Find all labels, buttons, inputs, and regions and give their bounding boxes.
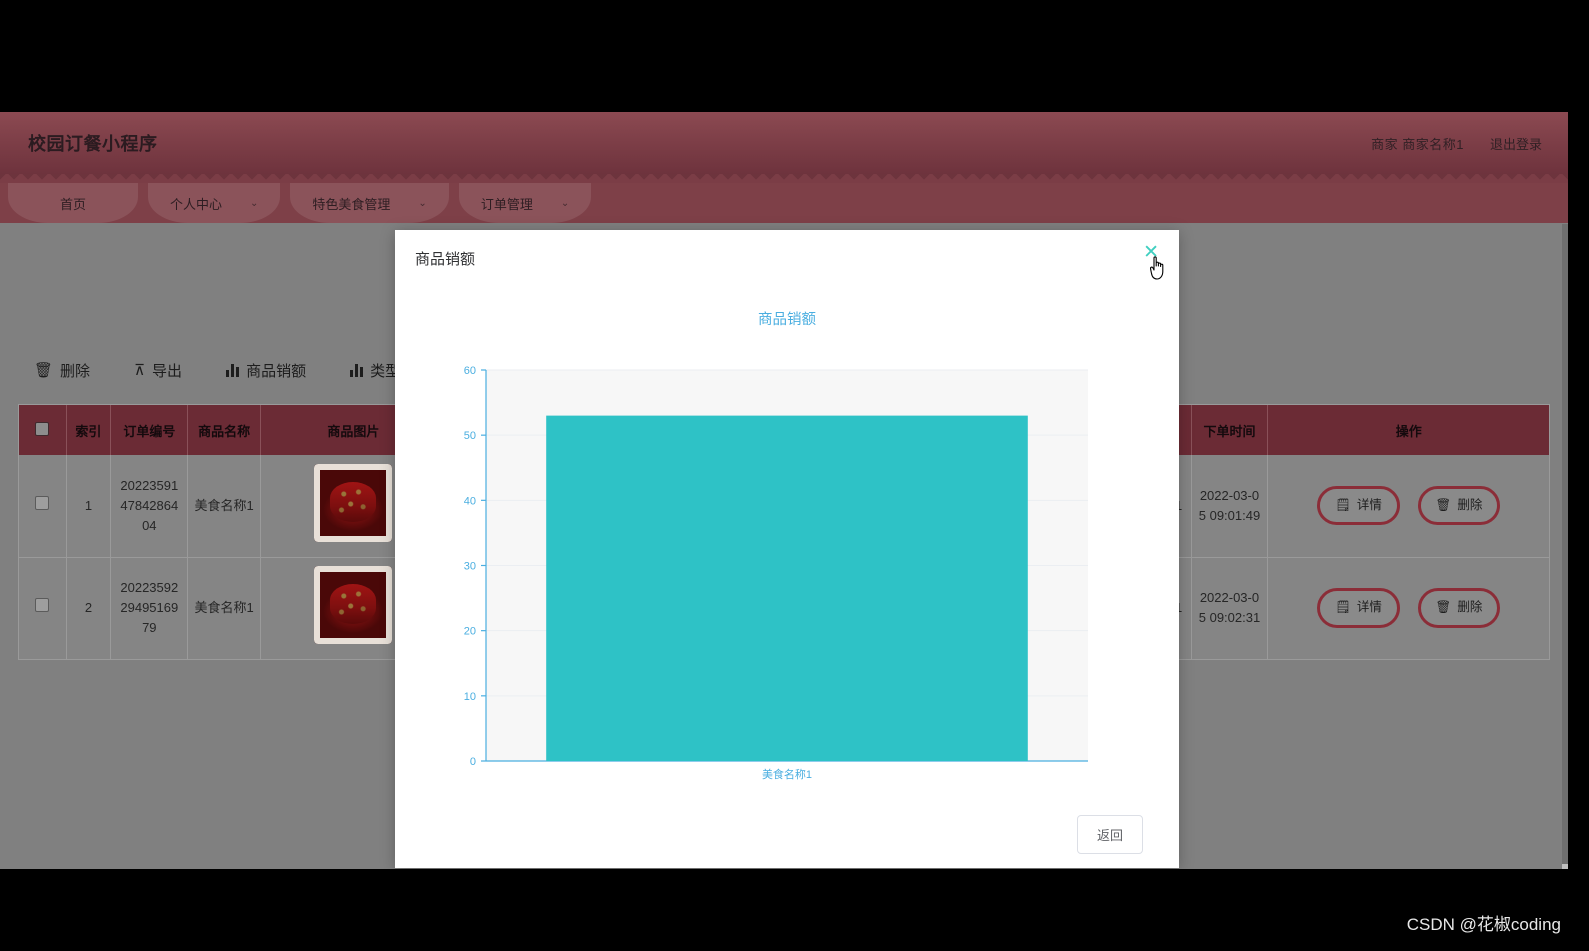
chart-title: 商品销额 [758, 312, 816, 328]
logout-button[interactable]: 退出登录 [1490, 134, 1542, 153]
col-order-no: 订单编号 [110, 405, 189, 455]
dialog-header: 商品销额 ✕ [395, 230, 1179, 286]
row-delete-button[interactable]: 🗑 删除 [1417, 486, 1501, 526]
nav-item-food-management-label: 特色美食管理 [312, 196, 391, 212]
chevron-down-icon: ⌄ [560, 197, 570, 209]
row-detail-button[interactable]: 🗒 详情 [1317, 486, 1400, 526]
sales-bar-chart: 0 10 20 30 40 50 60 美食名称1 [395, 351, 1179, 791]
product-sales-dialog: 商品销额 ✕ 商品销额 0 10 20 30 40 50 60 美食名称1 返回 [395, 230, 1179, 868]
app-title: 校园订餐小程序 [28, 134, 158, 154]
trash-icon: 🗑 [1435, 498, 1452, 513]
row-actions-cell: 🗒 详情 🗑 删除 [1267, 455, 1549, 558]
row-order-time: 2022-03-05 09:01:49 [1191, 455, 1269, 558]
bar-chart-icon [226, 363, 240, 377]
y-axis-tick-label: 50 [464, 430, 476, 442]
row-detail-button[interactable]: 🗒 详情 [1317, 588, 1400, 628]
nav-item-order-management[interactable]: 订单管理 ⌄ [458, 183, 592, 223]
row-order-no: 202235914784286404 [110, 455, 189, 558]
chevron-down-icon: ⌄ [250, 197, 259, 209]
nav-item-home-label: 首页 [59, 196, 86, 212]
col-order-time: 下单时间 [1191, 405, 1269, 455]
delete-button-label: 删除 [60, 362, 91, 380]
dialog-footer: 返回 [395, 815, 1179, 854]
row-delete-button[interactable]: 🗑 删除 [1417, 588, 1501, 628]
nav-item-personal-center-label: 个人中心 [170, 196, 223, 212]
x-axis-tick-label: 美食名称1 [762, 767, 812, 781]
screen-root: 校园订餐小程序 商家 商家名称1 退出登录 首页 个人中心 ⌄ 特色美食管理 ⌄… [0, 0, 1589, 951]
scrollbar-thumb[interactable] [1562, 864, 1568, 869]
row-checkbox[interactable] [35, 597, 50, 612]
row-actions-cell: 🗒 详情 🗑 删除 [1267, 557, 1549, 660]
y-axis-tick-label: 0 [470, 756, 476, 768]
row-detail-button-label: 详情 [1356, 600, 1382, 615]
y-axis-tick-label: 20 [464, 626, 476, 638]
zigzag-divider [0, 174, 1568, 183]
y-axis-tick-label: 60 [464, 365, 476, 377]
chart-canvas: 0 10 20 30 40 50 60 美食名称1 [464, 365, 1088, 781]
delete-button[interactable]: 🗑 删除 [34, 360, 90, 381]
row-delete-button-label: 删除 [1457, 498, 1483, 513]
select-all-header [19, 405, 67, 455]
dialog-title: 商品销额 [415, 250, 476, 268]
select-all-checkbox[interactable] [35, 421, 50, 436]
detail-icon: 🗒 [1335, 498, 1351, 513]
row-checkbox[interactable] [35, 495, 50, 510]
chart-bar[interactable] [546, 415, 1028, 761]
col-product-name: 商品名称 [187, 405, 261, 455]
download-icon: ⊼ [134, 361, 146, 379]
food-dish-thumbnail[interactable] [314, 565, 393, 644]
y-axis-tick-label: 40 [464, 495, 476, 507]
row-order-no: 202235922949516979 [110, 557, 189, 660]
nav-item-food-management[interactable]: 特色美食管理 ⌄ [290, 183, 449, 223]
col-actions: 操作 [1267, 405, 1549, 455]
nav-item-home[interactable]: 首页 [8, 183, 138, 223]
export-button[interactable]: ⊼ 导出 [134, 360, 182, 381]
product-sales-button[interactable]: 商品销额 [226, 360, 306, 381]
y-axis-tick-label: 10 [464, 691, 476, 703]
export-button-label: 导出 [152, 362, 183, 380]
product-sales-button-label: 商品销额 [246, 362, 307, 380]
food-dish-thumbnail[interactable] [314, 463, 393, 542]
trash-icon: 🗑 [1435, 600, 1452, 615]
col-index: 索引 [66, 405, 112, 455]
detail-icon: 🗒 [1335, 600, 1351, 615]
row-product-name: 美食名称1 [187, 557, 261, 660]
row-select-cell [19, 557, 67, 660]
csdn-watermark: CSDN @花椒coding [1406, 915, 1561, 934]
nav-item-order-management-label: 订单管理 [480, 196, 533, 212]
row-delete-button-label: 删除 [1457, 600, 1483, 615]
trash-icon: 🗑 [34, 361, 54, 379]
close-x-icon[interactable]: ✕ [1143, 243, 1159, 262]
row-detail-button-label: 详情 [1356, 498, 1382, 513]
header-right: 商家 商家名称1 退出登录 [1371, 134, 1542, 153]
row-product-name: 美食名称1 [187, 455, 261, 558]
row-select-cell [19, 455, 67, 558]
row-order-time: 2022-03-05 09:02:31 [1191, 557, 1269, 660]
app-header: 校园订餐小程序 商家 商家名称1 退出登录 [0, 112, 1568, 174]
bar-chart-icon [350, 363, 364, 377]
nav-item-personal-center[interactable]: 个人中心 ⌄ [148, 183, 281, 223]
y-axis-tick-label: 30 [464, 561, 476, 573]
back-button[interactable]: 返回 [1076, 815, 1143, 854]
row-index: 1 [66, 455, 112, 558]
merchant-label: 商家 商家名称1 [1371, 136, 1464, 152]
main-nav: 首页 个人中心 ⌄ 特色美食管理 ⌄ 订单管理 ⌄ [0, 183, 1568, 223]
chevron-down-icon: ⌄ [418, 197, 427, 209]
row-index: 2 [66, 557, 112, 660]
page-scrollbar[interactable] [1562, 224, 1568, 869]
